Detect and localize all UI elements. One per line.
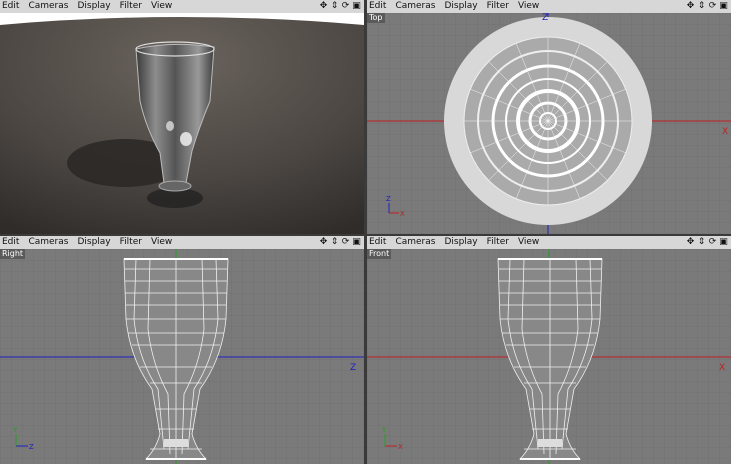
viewport-menubar: Edit Cameras Display Filter View ✥ ⇕ ⟳ ▣ [367, 236, 731, 249]
viewport-menubar: Edit Cameras Display Filter View ✥ ⇕ ⟳ ▣ [367, 0, 731, 13]
menu-edit[interactable]: Edit [0, 236, 21, 249]
z-axis-label: Z [350, 363, 356, 373]
rotate-icon[interactable]: ⟳ [707, 0, 718, 13]
x-axis-label: X [719, 363, 725, 373]
nav-icons: ✥ ⇕ ⟳ ▣ [685, 0, 729, 13]
menu-cameras[interactable]: Cameras [393, 0, 437, 13]
nav-icons: ✥ ⇕ ⟳ ▣ [685, 236, 729, 249]
rotate-icon[interactable]: ⟳ [340, 0, 351, 13]
nav-icons: ✥ ⇕ ⟳ ▣ [318, 236, 362, 249]
rotate-icon[interactable]: ⟳ [707, 236, 718, 249]
maximize-icon[interactable]: ▣ [351, 236, 362, 249]
render-view [0, 13, 364, 234]
dolly-icon[interactable]: ⇕ [329, 0, 340, 13]
menu-cameras[interactable]: Cameras [26, 0, 70, 13]
viewport-label: Right [0, 249, 26, 259]
viewport-top[interactable]: Edit Cameras Display Filter View ✥ ⇕ ⟳ ▣ Top [367, 0, 731, 234]
gizmo-x-label: X [398, 443, 403, 451]
menu-filter[interactable]: Filter [118, 236, 144, 249]
dolly-icon[interactable]: ⇕ [696, 0, 707, 13]
gizmo-y-label: Y [381, 426, 387, 434]
menu-view[interactable]: View [516, 236, 541, 249]
menu-view[interactable]: View [149, 236, 174, 249]
menu-filter[interactable]: Filter [485, 0, 511, 13]
move-icon[interactable]: ✥ [685, 0, 696, 13]
z-axis-label: Z [542, 13, 548, 23]
gizmo-x-label: X [400, 210, 405, 218]
menu-edit[interactable]: Edit [367, 0, 388, 13]
menu-display[interactable]: Display [75, 236, 112, 249]
rotate-icon[interactable]: ⟳ [340, 236, 351, 249]
grid-view: Z Z Y [0, 249, 364, 464]
menu-filter[interactable]: Filter [118, 0, 144, 13]
menu-cameras[interactable]: Cameras [393, 236, 437, 249]
menu-view[interactable]: View [149, 0, 174, 13]
menu-view[interactable]: View [516, 0, 541, 13]
x-axis-label: X [722, 127, 728, 137]
maximize-icon[interactable]: ▣ [718, 236, 729, 249]
viewport-label: Top [367, 13, 385, 23]
menu-display[interactable]: Display [75, 0, 112, 13]
viewport-label: Front [367, 249, 392, 259]
maximize-icon[interactable]: ▣ [351, 0, 362, 13]
gizmo-z-label: Z [29, 443, 34, 451]
menu-display[interactable]: Display [442, 236, 479, 249]
menu-filter[interactable]: Filter [485, 236, 511, 249]
viewport-menubar: Edit Cameras Display Filter View ✥ ⇕ ⟳ ▣ [0, 236, 364, 249]
gizmo-y-label: Y [12, 426, 18, 434]
menu-edit[interactable]: Edit [367, 236, 388, 249]
grid-view: X Z X Z [367, 13, 731, 234]
viewport-menubar: Edit Cameras Display Filter View ✥ ⇕ ⟳ ▣ [0, 0, 364, 13]
menu-edit[interactable]: Edit [0, 0, 21, 13]
maximize-icon[interactable]: ▣ [718, 0, 729, 13]
viewport-front[interactable]: Edit Cameras Display Filter View ✥ ⇕ ⟳ ▣ Front [367, 236, 731, 464]
menu-display[interactable]: Display [442, 0, 479, 13]
menu-cameras[interactable]: Cameras [26, 236, 70, 249]
gizmo-z-label: Z [386, 195, 391, 203]
nav-icons: ✥ ⇕ ⟳ ▣ [318, 0, 362, 13]
grid-view: X X Y [367, 249, 731, 464]
move-icon[interactable]: ✥ [685, 236, 696, 249]
viewport-perspective[interactable]: Edit Cameras Display Filter View ✥ ⇕ ⟳ ▣ [0, 0, 364, 234]
dolly-icon[interactable]: ⇕ [696, 236, 707, 249]
move-icon[interactable]: ✥ [318, 236, 329, 249]
move-icon[interactable]: ✥ [318, 0, 329, 13]
viewport-right[interactable]: Edit Cameras Display Filter View ✥ ⇕ ⟳ ▣ Right [0, 236, 364, 464]
dolly-icon[interactable]: ⇕ [329, 236, 340, 249]
